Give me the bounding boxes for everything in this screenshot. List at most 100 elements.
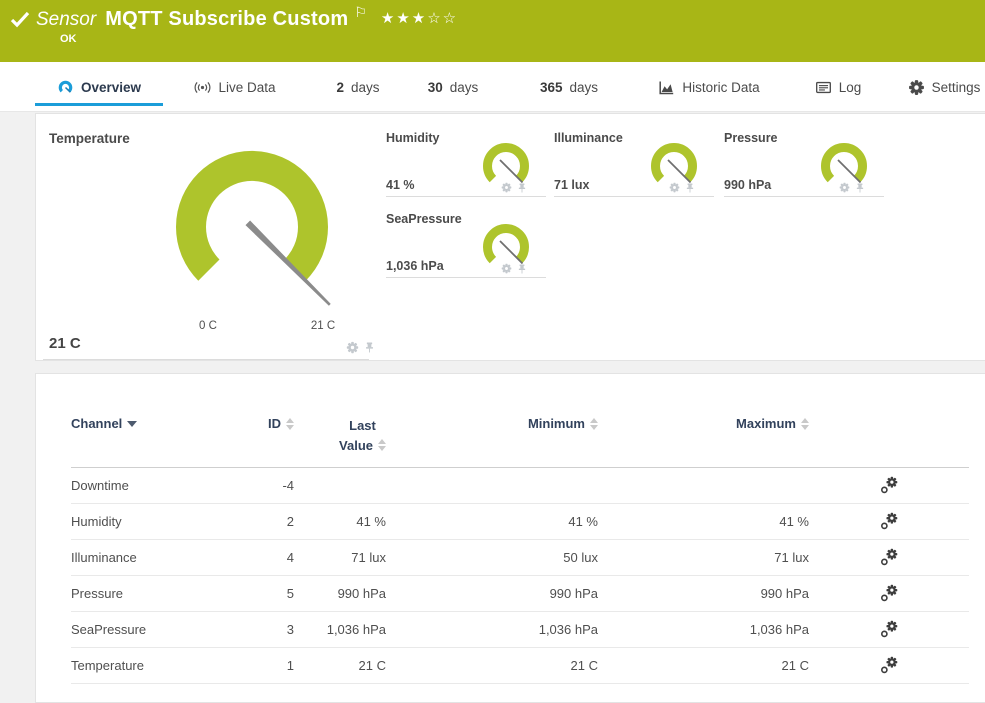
sort-arrows-icon — [286, 418, 294, 430]
mini-gauge-seapressure: SeaPressure 1,036 hPa — [386, 210, 546, 278]
channel-gear-icon[interactable] — [501, 182, 512, 193]
channel-name: Illuminance — [554, 131, 623, 145]
tab-2-days[interactable]: 2 days — [330, 62, 386, 112]
tab-bar: Overview Live Data 2 days 30 days 365 da… — [0, 62, 985, 112]
cell-last-value: 1,036 hPa — [294, 622, 386, 637]
table-row: Pressure 5 990 hPa 990 hPa 990 hPa — [71, 576, 969, 612]
pin-icon[interactable] — [517, 183, 527, 193]
pin-icon[interactable] — [517, 264, 527, 274]
object-kind-label: Sensor — [36, 9, 96, 31]
cell-last-value: 71 lux — [294, 550, 386, 565]
channel-name: SeaPressure — [386, 212, 462, 226]
column-header-maximum[interactable]: Maximum — [598, 416, 809, 431]
channels-table-panel: Channel ID Last Value Minimum — [35, 373, 985, 703]
cell-channel: Humidity — [71, 514, 246, 529]
cell-channel: Illuminance — [71, 550, 246, 565]
sort-arrows-icon — [378, 439, 386, 451]
channels-table: Channel ID Last Value Minimum — [71, 414, 969, 684]
gauge-max-label: 21 C — [293, 320, 353, 332]
cell-minimum: 1,036 hPa — [386, 622, 598, 637]
table-row: Downtime -4 — [71, 468, 969, 504]
tab-historic-data[interactable]: Historic Data — [645, 62, 773, 112]
cell-id: 4 — [246, 550, 294, 565]
cell-channel: SeaPressure — [71, 622, 246, 637]
channel-settings-icon[interactable] — [880, 584, 899, 603]
tab-30-days[interactable]: 30 days — [420, 62, 486, 112]
pin-icon[interactable] — [685, 183, 695, 193]
cell-maximum: 990 hPa — [598, 586, 809, 601]
table-row: Temperature 1 21 C 21 C 21 C — [71, 648, 969, 684]
channel-value: 990 hPa — [724, 178, 771, 192]
column-header-channel[interactable]: Channel — [71, 416, 246, 431]
sort-arrows-icon — [590, 418, 598, 430]
cell-maximum: 21 C — [598, 658, 809, 673]
channel-settings-icon[interactable] — [880, 620, 899, 639]
gear-icon — [908, 79, 925, 96]
primary-gauge-name: Temperature — [49, 131, 130, 146]
status-badge: OK — [60, 33, 77, 45]
tab-365-days[interactable]: 365 days — [530, 62, 608, 112]
cell-channel: Downtime — [71, 478, 246, 493]
cell-channel: Pressure — [71, 586, 246, 601]
mini-gauge-humidity: Humidity 41 % — [386, 129, 546, 197]
cell-id: 1 — [246, 658, 294, 673]
active-tab-underline — [35, 103, 163, 106]
primary-gauge-value: 21 C — [49, 335, 81, 352]
channel-settings-icon[interactable] — [880, 656, 899, 675]
cell-minimum: 990 hPa — [386, 586, 598, 601]
table-row: Illuminance 4 71 lux 50 lux 71 lux — [71, 540, 969, 576]
table-row: SeaPressure 3 1,036 hPa 1,036 hPa 1,036 … — [71, 612, 969, 648]
cell-maximum: 41 % — [598, 514, 809, 529]
channel-value: 1,036 hPa — [386, 259, 444, 273]
log-list-icon — [815, 79, 832, 96]
cell-id: -4 — [246, 478, 294, 493]
cell-id: 2 — [246, 514, 294, 529]
page-title: MQTT Subscribe Custom — [105, 8, 348, 31]
channel-settings-icon[interactable] — [880, 512, 899, 531]
channel-gear-icon[interactable] — [501, 263, 512, 274]
sort-arrows-icon — [801, 418, 809, 430]
area-chart-icon — [658, 79, 675, 96]
pin-icon[interactable] — [364, 342, 375, 353]
tab-live-data[interactable]: Live Data — [180, 62, 290, 112]
channel-gear-icon[interactable] — [669, 182, 680, 193]
priority-stars[interactable]: ★★★☆☆ — [381, 9, 458, 27]
column-header-minimum[interactable]: Minimum — [386, 416, 598, 431]
channel-value: 71 lux — [554, 178, 589, 192]
cell-last-value: 990 hPa — [294, 586, 386, 601]
pin-icon[interactable] — [855, 183, 865, 193]
broadcast-icon — [194, 79, 211, 96]
table-header-row: Channel ID Last Value Minimum — [71, 414, 969, 468]
cell-maximum: 1,036 hPa — [598, 622, 809, 637]
channel-value: 41 % — [386, 178, 415, 192]
channel-settings-icon[interactable] — [880, 476, 899, 495]
divider — [43, 359, 369, 360]
cell-channel: Temperature — [71, 658, 246, 673]
column-header-id[interactable]: ID — [246, 416, 294, 431]
gauge-min-label: 0 C — [178, 320, 238, 332]
temperature-gauge — [137, 114, 367, 354]
cell-id: 3 — [246, 622, 294, 637]
channel-name: Humidity — [386, 131, 439, 145]
cell-minimum: 41 % — [386, 514, 598, 529]
table-row: Humidity 2 41 % 41 % 41 % — [71, 504, 969, 540]
cell-minimum: 50 lux — [386, 550, 598, 565]
gauges-panel: Temperature 0 C 21 C 21 C Humidity 41 % … — [35, 113, 985, 361]
column-header-last-value[interactable]: Last Value — [294, 416, 386, 455]
tab-settings[interactable]: Settings — [903, 62, 985, 112]
tab-log[interactable]: Log — [806, 62, 870, 112]
sensor-header: Sensor MQTT Subscribe Custom ⚐ ★★★☆☆ OK — [0, 0, 985, 62]
cell-last-value: 21 C — [294, 658, 386, 673]
cell-id: 5 — [246, 586, 294, 601]
sort-caret-down-icon — [127, 421, 137, 427]
tab-overview[interactable]: Overview — [35, 62, 163, 112]
gauge-icon — [57, 79, 74, 96]
channel-settings-icon[interactable] — [880, 548, 899, 567]
priority-flag-icon[interactable]: ⚐ — [354, 4, 367, 21]
cell-maximum: 71 lux — [598, 550, 809, 565]
channel-gear-icon[interactable] — [839, 182, 850, 193]
mini-gauge-pressure: Pressure 990 hPa — [724, 129, 884, 197]
mini-gauge-illuminance: Illuminance 71 lux — [554, 129, 714, 197]
channel-name: Pressure — [724, 131, 778, 145]
channel-gear-icon[interactable] — [346, 341, 359, 354]
